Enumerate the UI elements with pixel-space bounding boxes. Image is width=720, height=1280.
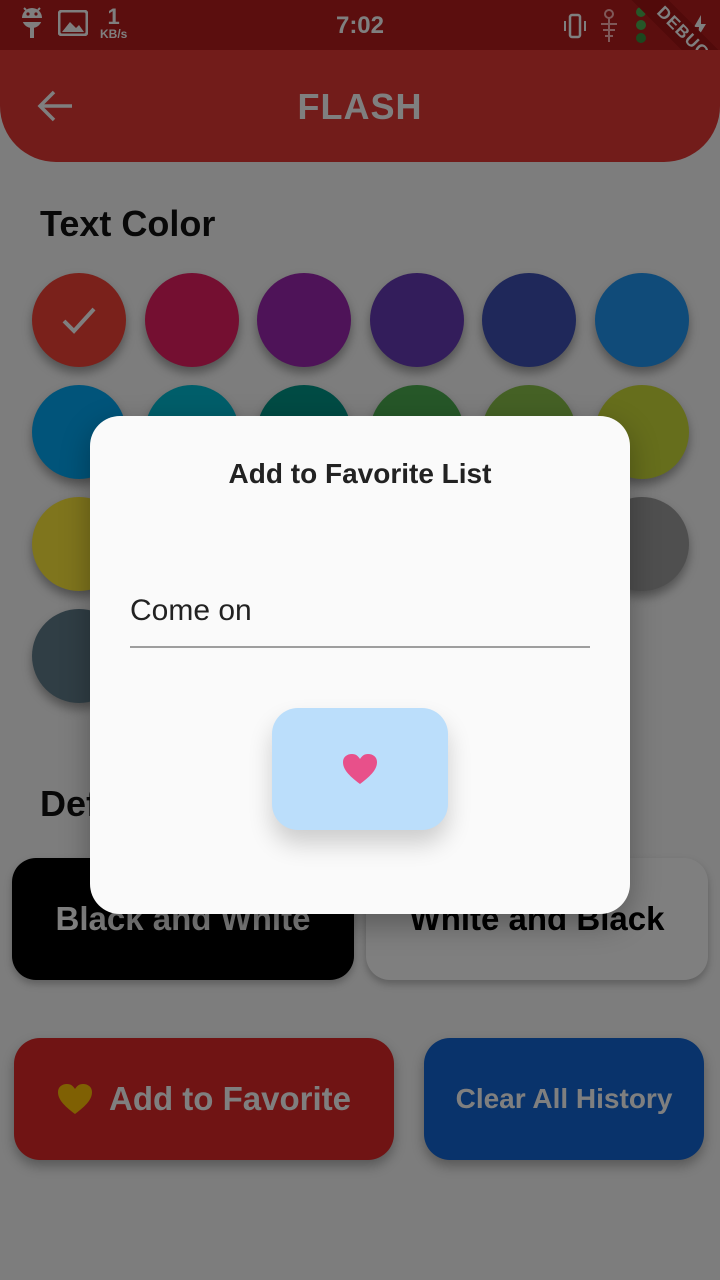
dialog-title: Add to Favorite List — [228, 458, 492, 489]
confirm-favorite-button[interactable] — [272, 708, 448, 830]
heart-icon — [343, 754, 377, 784]
favorite-name-input[interactable] — [130, 576, 590, 648]
add-favorite-dialog: Add to Favorite List — [90, 416, 630, 914]
